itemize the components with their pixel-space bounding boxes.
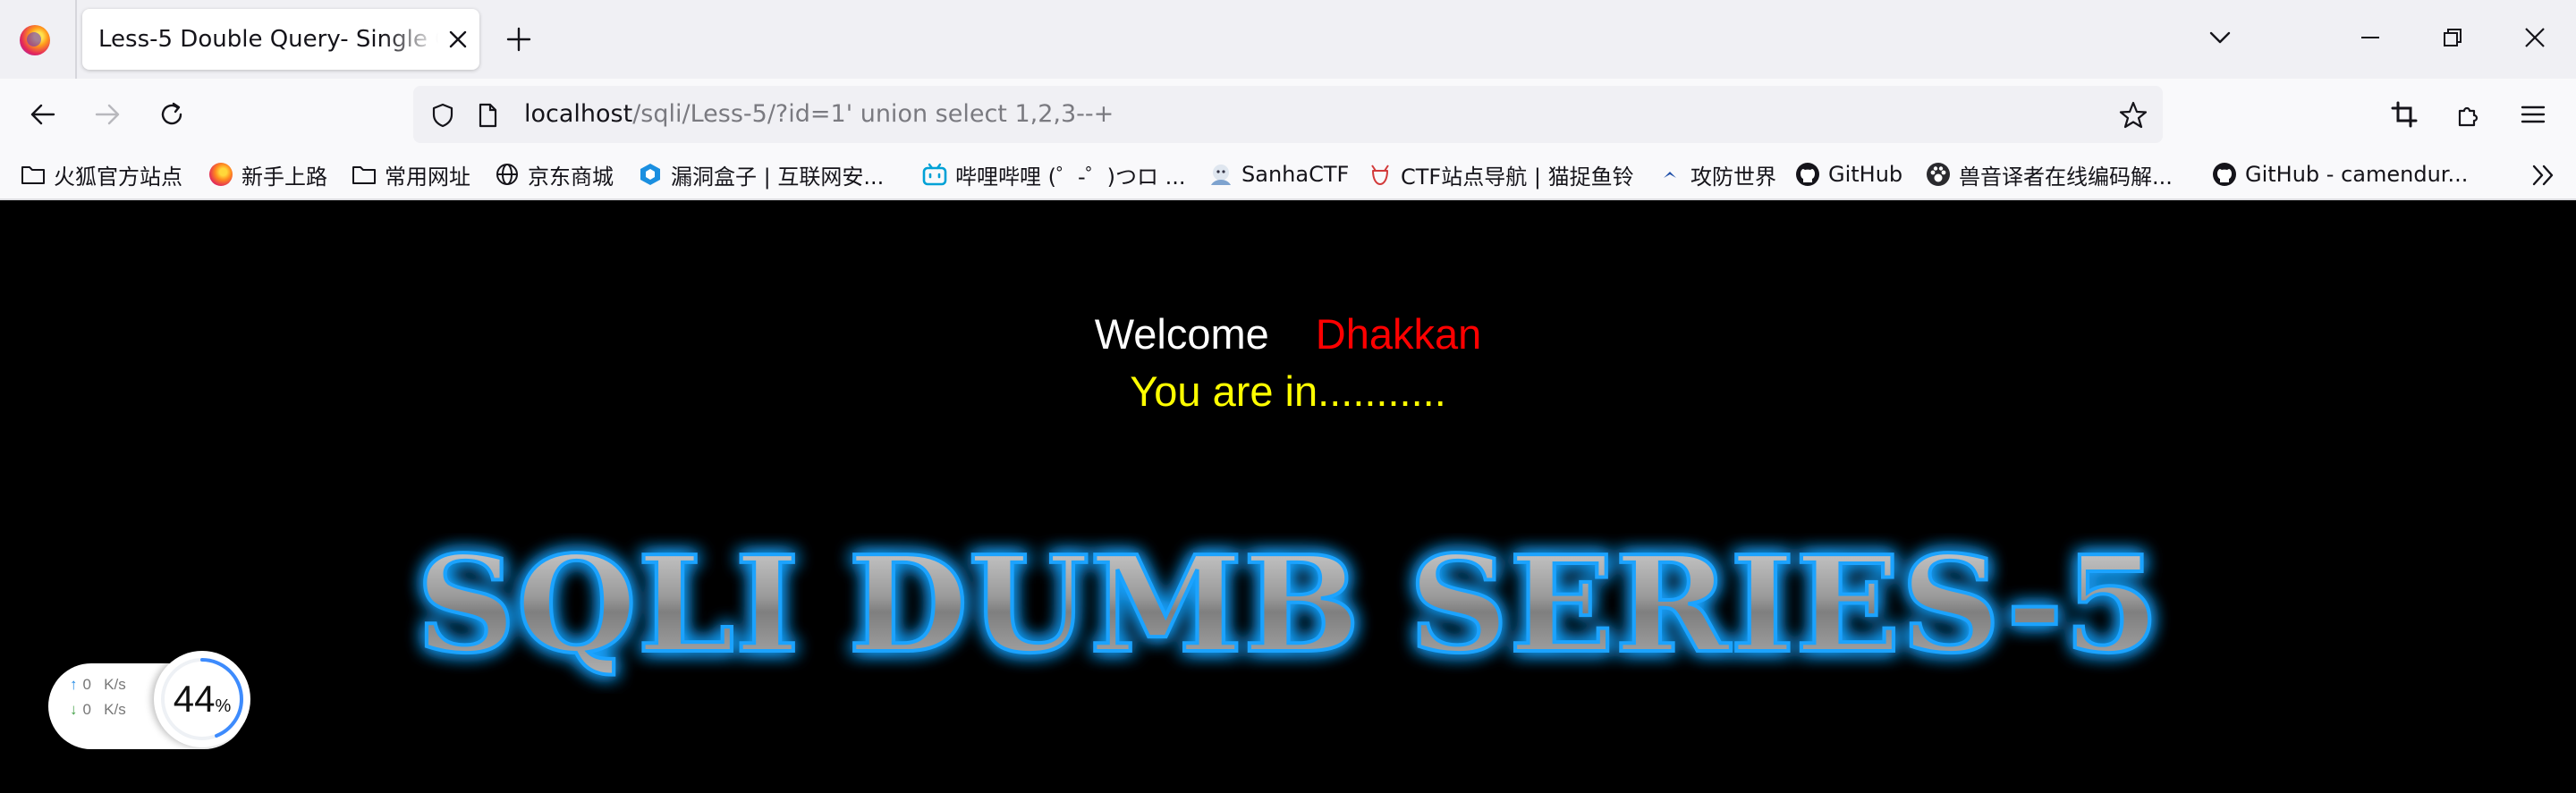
new-tab-plus-icon[interactable]: [501, 21, 537, 57]
folder-icon: [20, 161, 47, 188]
tab-strip: Less-5 Double Query- Single Quotes- Stri…: [0, 0, 2576, 79]
sanha-icon: [1208, 161, 1234, 188]
bookmark-item[interactable]: 兽音译者在线编码解...: [1925, 158, 2173, 190]
bookmark-label: GitHub: [1828, 162, 1903, 187]
bookmark-label: 京东商城: [528, 164, 614, 190]
screenshot-crop-icon[interactable]: [2386, 97, 2422, 132]
url-bar[interactable]: localhost/sqli/Less-5/?id=1' union selec…: [413, 86, 2163, 143]
back-arrow-icon[interactable]: [25, 97, 61, 132]
github-icon: [1794, 161, 1821, 188]
paw-icon: [1925, 161, 1952, 188]
window-close-icon[interactable]: [2517, 20, 2553, 55]
login-status-text: You are in...........: [1130, 367, 1446, 415]
url-host: localhost: [524, 100, 633, 128]
globe-icon: [494, 161, 521, 188]
adworld-icon: [1657, 161, 1683, 188]
sqli-dumb-series-banner: SQLI DUMB SERIES-5: [414, 533, 2162, 684]
folder-icon: [351, 161, 377, 188]
page-content: Welcome Dhakkan You are in........... SQL…: [0, 202, 2576, 793]
bookmarks-toolbar: 火狐官方站点 新手上路 常用网址 京东商城 漏洞盒子 | 互联网安... 哔哩哔…: [0, 150, 2576, 200]
vulbox-icon: [637, 161, 664, 188]
download-unit: K/s: [104, 701, 126, 718]
navigation-toolbar: localhost/sqli/Less-5/?id=1' union selec…: [0, 79, 2576, 150]
username-text: Dhakkan: [1315, 310, 1482, 358]
bookmark-item[interactable]: 常用网址: [351, 158, 470, 190]
tab-title: Less-5 Double Query- Single Quotes- Stri…: [98, 26, 438, 53]
gauge-value: 44%: [154, 678, 250, 721]
tab-separator: [75, 0, 77, 79]
bookmark-item[interactable]: 哔哩哔哩 (゜-゜)つロ ...: [921, 158, 1186, 190]
extensions-puzzle-icon[interactable]: [2451, 97, 2487, 132]
cat-icon: [1367, 161, 1394, 188]
close-icon[interactable]: [440, 21, 476, 57]
gauge-percent: 44: [173, 678, 216, 720]
welcome-line: Welcome Dhakkan: [0, 309, 2576, 359]
bookmark-label: 哔哩哔哩 (゜-゜)つロ ...: [955, 164, 1186, 190]
shield-icon[interactable]: [428, 100, 458, 131]
bookmark-item[interactable]: 攻防世界: [1657, 158, 1776, 190]
download-arrow-icon: ↓: [70, 701, 78, 718]
bookmarks-overflow-chevron-icon[interactable]: [2526, 159, 2562, 191]
url-text[interactable]: localhost/sqli/Less-5/?id=1' union selec…: [524, 100, 1114, 128]
firefox-icon[interactable]: [20, 25, 50, 55]
menu-hamburger-icon[interactable]: [2515, 97, 2551, 132]
bookmark-label: 新手上路: [242, 164, 327, 190]
github-icon: [2211, 161, 2238, 188]
bookmark-star-icon[interactable]: [2118, 100, 2148, 131]
bookmark-item[interactable]: SanhaCTF: [1208, 158, 1349, 190]
tab-active[interactable]: Less-5 Double Query- Single Quotes- Stri…: [82, 9, 479, 70]
upload-arrow-icon: ↑: [70, 676, 78, 693]
bookmark-label: 漏洞盒子 | 互联网安...: [671, 164, 885, 190]
bookmark-label: CTF站点导航 | 猫捉鱼铃: [1401, 164, 1634, 190]
download-speed: ↓ 0 K/s: [70, 701, 126, 719]
bookmark-label: 火狐官方站点: [54, 164, 182, 190]
bookmark-item[interactable]: GitHub - camendur...: [2211, 158, 2468, 190]
bookmark-label: SanhaCTF: [1241, 162, 1350, 187]
welcome-text: Welcome: [1094, 310, 1269, 358]
bookmark-label: 兽音译者在线编码解...: [1959, 164, 2173, 190]
upload-unit: K/s: [104, 676, 126, 693]
download-value: 0: [82, 701, 91, 718]
bookmark-item[interactable]: CTF站点导航 | 猫捉鱼铃: [1367, 158, 1634, 190]
firefox-icon: [208, 161, 234, 188]
bookmark-item[interactable]: 漏洞盒子 | 互联网安...: [637, 158, 884, 190]
gauge-percent-symbol: %: [215, 696, 232, 716]
bookmark-item[interactable]: 新手上路: [208, 158, 327, 190]
bookmark-item[interactable]: GitHub: [1794, 158, 1902, 190]
bookmark-item[interactable]: 火狐官方站点: [20, 158, 182, 190]
banner-text: SQLI DUMB SERIES-5: [416, 533, 2160, 682]
minimize-icon[interactable]: [2352, 20, 2388, 55]
upload-speed: ↑ 0 K/s: [70, 676, 126, 694]
restore-icon[interactable]: [2435, 20, 2470, 55]
bookmark-item[interactable]: 京东商城: [494, 158, 614, 190]
memory-usage-gauge[interactable]: 44%: [154, 651, 250, 747]
reload-icon[interactable]: [154, 97, 190, 132]
bookmark-label: 攻防世界: [1690, 164, 1776, 190]
bookmark-label: GitHub - camendur...: [2245, 162, 2469, 187]
list-all-tabs-chevron-down-icon[interactable]: [2202, 20, 2238, 55]
bilibili-icon: [921, 161, 948, 188]
upload-value: 0: [82, 676, 91, 693]
network-speed-widget[interactable]: ↑ 0 K/s ↓ 0 K/s 44%: [48, 651, 250, 749]
url-path: /sqli/Less-5/?id=1' union select 1,2,3--…: [632, 100, 1114, 128]
forward-arrow-icon[interactable]: [89, 97, 125, 132]
bookmark-label: 常用网址: [385, 164, 470, 190]
page-info-icon[interactable]: [472, 100, 503, 131]
